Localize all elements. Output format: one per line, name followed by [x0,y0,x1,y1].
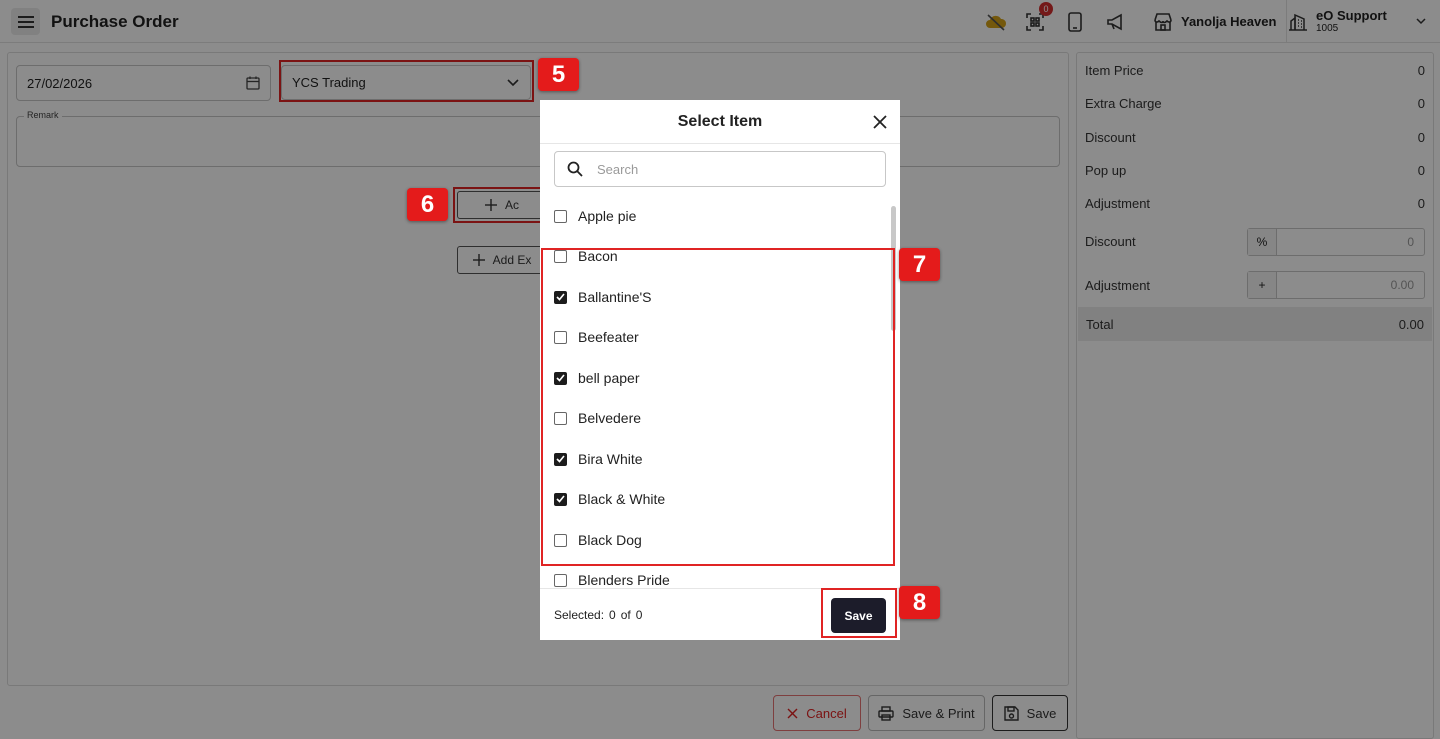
list-item[interactable]: Blenders Pride [554,569,670,587]
item-label: Blenders Pride [578,572,670,587]
total-count: 0 [635,608,643,622]
callout-box-8 [821,588,897,638]
dialog-title: Select Item [540,100,900,144]
callout-badge-8: 8 [899,586,940,619]
item-checkbox[interactable] [554,209,567,223]
callout-badge-6: 6 [407,188,448,221]
callout-badge-7: 7 [899,248,940,281]
item-label: Apple pie [578,208,637,224]
close-dialog-button[interactable] [870,112,890,132]
search-icon [567,161,583,177]
close-icon [873,115,887,129]
list-item[interactable]: Apple pie [554,205,636,227]
callout-box-7 [541,248,895,566]
item-search-input[interactable] [597,161,857,177]
selected-count-text: Selected: 0 of 0 [554,608,642,622]
callout-badge-5: 5 [538,58,579,91]
of-label: of [620,608,631,622]
selected-label: Selected: [554,608,605,622]
item-search-box[interactable] [554,151,886,187]
item-checkbox[interactable] [554,573,567,587]
selected-count: 0 [609,608,616,622]
